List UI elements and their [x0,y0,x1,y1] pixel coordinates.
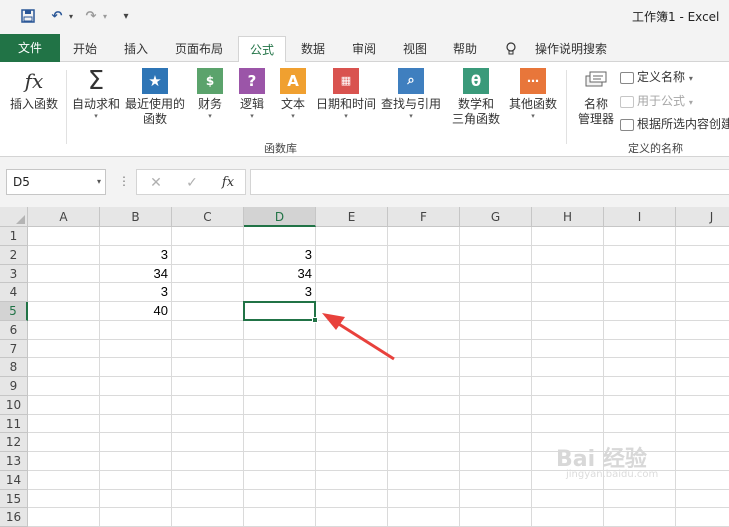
title-bar: ↶ ▾ ↷ ▾ ▾ 工作簿1 - Excel [0,0,729,32]
tab-view[interactable]: 视图 [392,36,438,62]
financial-button[interactable]: $ 财务 ▾ [192,68,228,121]
ribbon-tabs: 文件 开始 插入 页面布局 公式 数据 审阅 视图 帮助 操作说明搜索 [0,32,729,63]
tab-insert[interactable]: 插入 [112,36,160,62]
formula-bar: D5 ▾ ⋮ ✕ ✓ fx [0,157,729,207]
lightbulb-icon [506,42,516,56]
formula-buttons: ✕ ✓ fx [136,169,246,195]
name-box[interactable]: D5 ▾ [6,169,106,195]
enter-icon[interactable]: ✓ [181,174,203,192]
tab-page-layout[interactable]: 页面布局 [164,36,234,62]
more-functions-book-icon: ⋯ [520,68,546,94]
chevron-down-icon: ▾ [688,98,693,107]
undo-icon[interactable]: ↶ [48,6,66,26]
magnifier-book-icon: ⌕ [398,68,424,94]
text-button[interactable]: A 文本 ▾ [276,68,310,121]
name-tags-icon [583,68,609,94]
redo-dropdown-icon[interactable]: ▾ [100,6,110,26]
tag-icon [620,71,634,84]
tab-review[interactable]: 审阅 [340,36,388,62]
tab-data[interactable]: 数据 [290,36,336,62]
watermark-url: jingyan.baidu.com [566,469,659,480]
ribbon-panel: fx 插入函数 Σ 自动求和 ▾ ★ 最近使用的 函数 $ 财务 ▾ ? 逻辑 … [0,62,729,157]
customize-qat-icon[interactable]: ▾ [120,6,132,26]
save-icon[interactable] [18,6,38,26]
create-from-selection-button[interactable]: 根据所选内容创建 [620,115,729,133]
fx-icon: fx [24,69,44,93]
logical-button[interactable]: ? 逻辑 ▾ [234,68,270,121]
group-label-defined-names: 定义的名称 [628,142,683,155]
tab-file[interactable]: 文件 [0,34,60,62]
cancel-icon[interactable]: ✕ [145,174,167,192]
theta-book-icon: θ [463,68,489,94]
undo-dropdown-icon[interactable]: ▾ [66,6,76,26]
insert-function-icon[interactable]: fx [217,174,239,192]
more-functions-button[interactable]: ⋯ 其他函数 ▾ [506,68,560,121]
coins-book-icon: $ [197,68,223,94]
math-trig-button[interactable]: θ 数学和 三角函数 [444,68,508,127]
text-book-icon: A [280,68,306,94]
tab-home[interactable]: 开始 [60,36,110,62]
tab-formulas[interactable]: 公式 [238,36,286,63]
group-label-function-library: 函数库 [264,142,297,155]
ribbon-separator [66,70,67,144]
autosum-button[interactable]: Σ 自动求和 ▾ [70,68,122,121]
insert-function-button[interactable]: fx 插入函数 [6,68,62,112]
chevron-down-icon: ▾ [688,74,693,83]
date-time-button[interactable]: ▦ 日期和时间 ▾ [314,68,378,121]
use-in-formula-button: 用于公式 ▾ [620,92,693,110]
tab-help[interactable]: 帮助 [442,36,488,62]
star-book-icon: ★ [142,68,168,94]
formula-tag-icon [620,95,634,108]
formula-input[interactable] [250,169,729,195]
arrow-shaft [333,319,395,361]
ribbon-separator [566,70,567,144]
calendar-book-icon: ▦ [333,68,359,94]
formula-bar-resize-handle[interactable]: ⋮ [118,175,130,187]
name-manager-button[interactable]: 名称 管理器 [574,68,618,127]
create-from-selection-icon [620,118,634,131]
question-book-icon: ? [239,68,265,94]
define-name-button[interactable]: 定义名称 ▾ [620,68,693,86]
sigma-icon: Σ [87,66,105,96]
recently-used-button[interactable]: ★ 最近使用的 函数 [124,68,186,127]
window-title: 工作簿1 - Excel [632,10,720,24]
tell-me-search[interactable]: 操作说明搜索 [528,36,614,62]
chevron-down-icon[interactable]: ▾ [97,170,101,194]
lookup-reference-button[interactable]: ⌕ 查找与引用 ▾ [380,68,442,121]
redo-icon[interactable]: ↷ [82,6,100,26]
worksheet-grid[interactable]: ABCDEFGHIJ 1 2 3 4 5 6 7 8 9 10 11 12 13 14 15 16 3 34 3 4… [0,207,729,527]
